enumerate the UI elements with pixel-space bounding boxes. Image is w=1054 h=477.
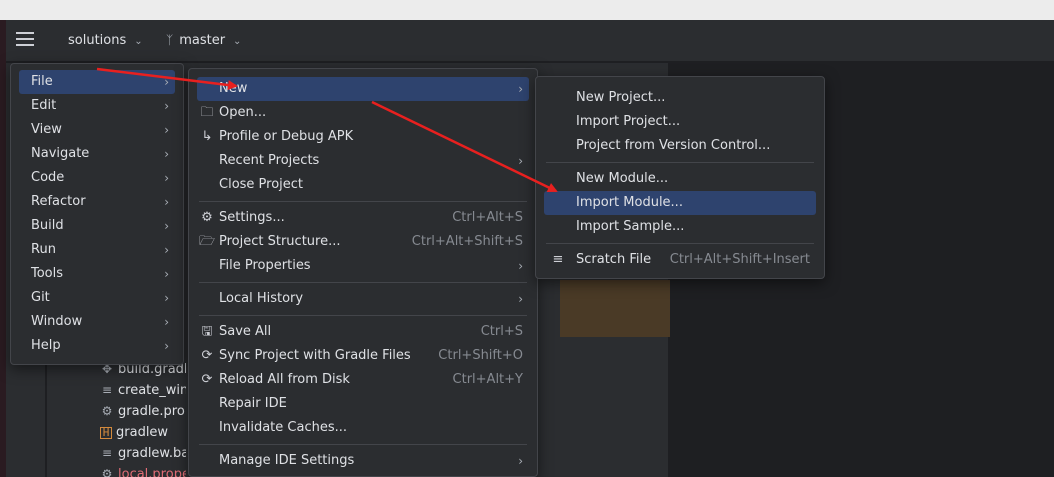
chevron-right-icon: ›: [164, 243, 169, 257]
file-save-all[interactable]: 🖫 Save All Ctrl+S: [197, 320, 529, 344]
file-settings[interactable]: ⚙ Settings... Ctrl+Alt+S: [197, 206, 529, 230]
menu-navigate[interactable]: Navigate ›: [19, 142, 175, 166]
separator: [199, 444, 527, 445]
file-project-structure[interactable]: 🗁 Project Structure... Ctrl+Alt+Shift+S: [197, 230, 529, 254]
separator: [199, 201, 527, 202]
separator: [199, 315, 527, 316]
menu-file[interactable]: File ›: [19, 70, 175, 94]
scratch-file[interactable]: ≡ Scratch File Ctrl+Alt+Shift+Insert: [544, 248, 816, 272]
chevron-right-icon: ›: [518, 454, 523, 468]
highlight-block: [560, 280, 670, 337]
gear-icon: ⚙: [201, 210, 213, 225]
git-branch-icon: ᛉ: [166, 33, 174, 47]
project-from-vcs[interactable]: Project from Version Control...: [544, 134, 816, 158]
chevron-right-icon: ›: [164, 315, 169, 329]
tree-item[interactable]: Hgradlew: [100, 422, 186, 443]
menu-tools[interactable]: Tools ›: [19, 262, 175, 286]
profile-apk-icon: ↳: [201, 129, 213, 144]
chevron-right-icon: ›: [164, 99, 169, 113]
separator: [199, 282, 527, 283]
menu-window[interactable]: Window ›: [19, 310, 175, 334]
separator: [546, 243, 814, 244]
chevron-right-icon: ›: [164, 339, 169, 353]
menu-edit[interactable]: Edit ›: [19, 94, 175, 118]
save-icon: 🖫: [201, 324, 213, 339]
chevron-down-icon: ⌄: [134, 36, 143, 47]
file-sync-gradle[interactable]: ⟳ Sync Project with Gradle Files Ctrl+Shif…: [197, 344, 529, 368]
chevron-right-icon: ›: [164, 147, 169, 161]
file-recent-projects[interactable]: Recent Projects ›: [197, 149, 529, 173]
main-toolbar: solutions ⌄ ᛉ master ⌄: [6, 20, 1054, 62]
branch-selector[interactable]: ᛉ master ⌄: [166, 33, 241, 48]
chevron-right-icon: ›: [518, 292, 523, 306]
tree-item[interactable]: ≡ create_win: [100, 380, 186, 401]
chevron-right-icon: ›: [164, 219, 169, 233]
new-project[interactable]: New Project...: [544, 86, 816, 110]
menu-git[interactable]: Git ›: [19, 286, 175, 310]
project-selector[interactable]: solutions ⌄: [68, 33, 143, 48]
chevron-right-icon: ›: [164, 123, 169, 137]
chevron-down-icon: ⌄: [233, 36, 242, 47]
file-properties[interactable]: File Properties ›: [197, 254, 529, 278]
text-file-icon: ≡: [101, 446, 113, 460]
file-invalidate-caches[interactable]: Invalidate Caches...: [197, 416, 529, 440]
chevron-right-icon: ›: [518, 154, 523, 168]
chevron-right-icon: ›: [518, 82, 523, 96]
file-new[interactable]: New ›: [197, 77, 529, 101]
file-manage-ide-settings[interactable]: Manage IDE Settings ›: [197, 449, 529, 473]
file-local-history[interactable]: Local History ›: [197, 287, 529, 311]
import-module[interactable]: Import Module...: [544, 191, 816, 215]
shell-file-icon: H: [100, 427, 112, 439]
menu-view[interactable]: View ›: [19, 118, 175, 142]
file-close-project[interactable]: Close Project: [197, 173, 529, 197]
main-menu: File › Edit › View › Navigate › Code › Refact…: [10, 63, 184, 365]
settings-file-icon: ⚙: [101, 467, 113, 477]
chevron-right-icon: ›: [164, 195, 169, 209]
file-profile-apk[interactable]: ↳ Profile or Debug APK: [197, 125, 529, 149]
settings-file-icon: ⚙: [101, 404, 113, 418]
chevron-right-icon: ›: [164, 291, 169, 305]
project-structure-icon: 🗁: [199, 234, 216, 249]
menu-refactor[interactable]: Refactor ›: [19, 190, 175, 214]
import-project[interactable]: Import Project...: [544, 110, 816, 134]
chevron-right-icon: ›: [164, 267, 169, 281]
file-menu: New › 🗀 Open... ↳ Profile or Debug APK Rece…: [188, 68, 538, 477]
tree-item[interactable]: ⚙gradle.properties: [100, 401, 186, 422]
tree-item[interactable]: ⚙local.properties: [100, 464, 186, 477]
main-menu-icon[interactable]: [16, 32, 34, 48]
menu-code[interactable]: Code ›: [19, 166, 175, 190]
file-open[interactable]: 🗀 Open...: [197, 101, 529, 125]
branch-name: master: [179, 33, 226, 48]
gradle-sync-icon: ⟳: [201, 348, 213, 363]
project-name: solutions: [68, 33, 127, 48]
scratch-file-icon: ≡: [552, 252, 564, 267]
chevron-right-icon: ›: [164, 171, 169, 185]
menu-help[interactable]: Help ›: [19, 334, 175, 358]
text-file-icon: ≡: [101, 383, 113, 397]
file-repair-ide[interactable]: Repair IDE: [197, 392, 529, 416]
refresh-icon: ⟳: [201, 372, 213, 387]
os-top-bar: [0, 0, 1054, 20]
chevron-right-icon: ›: [164, 75, 169, 89]
tree-item[interactable]: ≡gradlew.bat: [100, 443, 186, 464]
chevron-right-icon: ›: [518, 259, 523, 273]
new-module[interactable]: New Module...: [544, 167, 816, 191]
menu-run[interactable]: Run ›: [19, 238, 175, 262]
folder-icon: 🗀: [200, 105, 214, 120]
file-reload-disk[interactable]: ⟳ Reload All from Disk Ctrl+Alt+Y: [197, 368, 529, 392]
import-sample[interactable]: Import Sample...: [544, 215, 816, 239]
new-menu: New Project... Import Project... Project…: [535, 76, 825, 279]
separator: [546, 162, 814, 163]
menu-build[interactable]: Build ›: [19, 214, 175, 238]
